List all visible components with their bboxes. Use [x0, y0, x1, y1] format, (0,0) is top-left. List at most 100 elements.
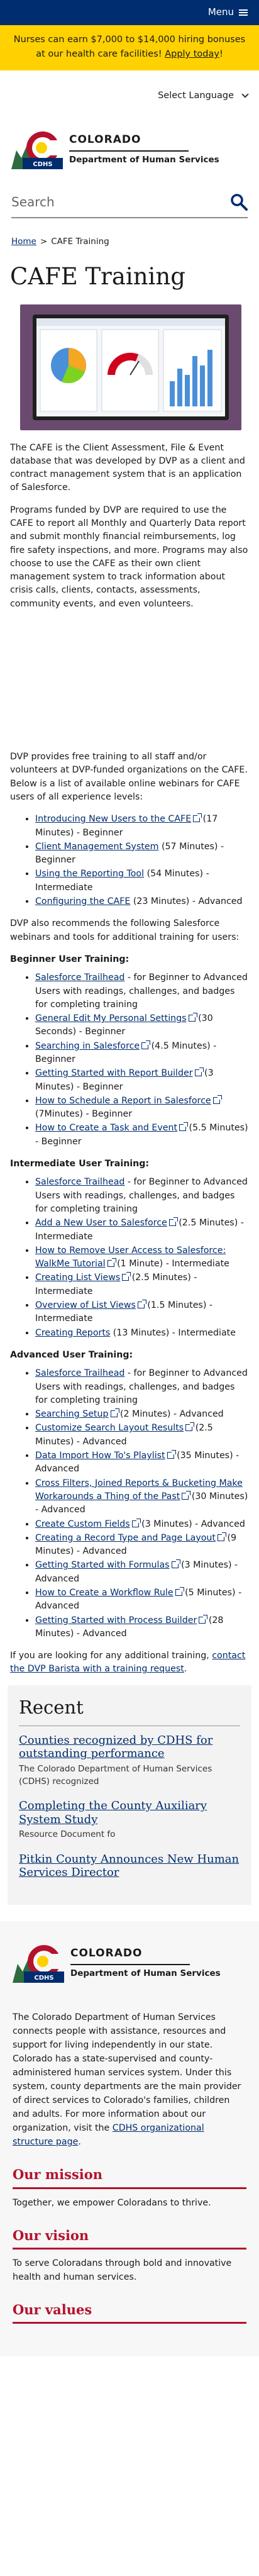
breadcrumb-home[interactable]: Home: [11, 237, 36, 247]
training-link[interactable]: How to Create a Workflow Rule: [35, 1588, 174, 1598]
training-link[interactable]: How to Create a Task and Event: [35, 1123, 177, 1133]
training-link[interactable]: Introducing New Users to the CAFE: [35, 814, 191, 824]
external-link-icon: [171, 1559, 180, 1569]
salesforce-intro: DVP also recommends the following Salesf…: [10, 918, 240, 942]
external-link-icon: [110, 1408, 119, 1418]
site-logo[interactable]: CDHS COLORADO Department of Human Servic…: [0, 103, 259, 170]
external-link-icon: [185, 1422, 195, 1432]
external-link-icon: [168, 1217, 178, 1227]
training-link[interactable]: Searching Setup: [35, 1409, 109, 1419]
beginner-heading: Beginner User Training:: [10, 954, 130, 964]
recent-heading: Recent: [19, 1696, 84, 1718]
training-link[interactable]: General Edit My Personal Settings: [35, 1013, 187, 1023]
training-link[interactable]: Searching in Salesforce: [35, 1041, 140, 1051]
training-link[interactable]: Client Management System: [35, 842, 158, 852]
recent-section: Recent Counties recognized by CDHS for o…: [8, 1685, 251, 1905]
training-item: Getting Started with Process Builder (28…: [35, 1614, 249, 1641]
training-link[interactable]: Using the Reporting Tool: [35, 869, 144, 879]
logo-subtitle: Department of Human Services: [69, 154, 219, 165]
training-link[interactable]: Getting Started with Report Builder: [35, 1068, 193, 1078]
alert-tail: !: [219, 49, 223, 60]
training-item: Getting Started with Report Builder (3 M…: [35, 1067, 249, 1094]
breadcrumb-separator: >: [40, 237, 48, 247]
colorado-logo-icon: CDHS: [11, 131, 63, 170]
menu-button[interactable]: Menu: [208, 6, 248, 20]
external-link-icon: [212, 1095, 222, 1104]
intermediate-heading: Intermediate User Training:: [10, 1159, 150, 1169]
external-link-icon: [167, 1450, 176, 1459]
search-bar: [11, 193, 248, 219]
recent-item: Pitkin County Announces New Human Servic…: [19, 1853, 240, 1880]
training-detail: (2 Minutes) - Advanced: [117, 1409, 224, 1420]
training-item: Client Management System (57 Minutes) - …: [35, 840, 249, 867]
training-item: Creating Reports (13 Minutes) - Intermed…: [35, 1327, 249, 1340]
search-input[interactable]: [11, 194, 200, 210]
breadcrumb: Home > CAFE Training: [0, 218, 259, 248]
training-link[interactable]: Getting Started with Formulas: [35, 1560, 170, 1570]
training-link[interactable]: Add a New User to Salesforce: [35, 1218, 167, 1228]
training-item: Creating a Record Type and Page Layout (…: [35, 1532, 249, 1559]
training-item: Configuring the CAFE (23 Minutes) - Adva…: [35, 895, 249, 908]
colorado-logo-icon: CDHS: [13, 1945, 64, 1983]
search-icon[interactable]: [230, 193, 248, 211]
training-link[interactable]: Overview of List Views: [35, 1300, 136, 1310]
training-item: Using the Reporting Tool (54 Minutes) - …: [35, 867, 249, 895]
footer-logo-subtitle: Department of Human Services: [70, 1968, 221, 1978]
external-link-icon: [137, 1300, 146, 1309]
intermediate-list: Salesforce Trailhead - for Beginner to A…: [10, 1176, 249, 1340]
training-item: Create Custom Fields (3 Minutes) - Advan…: [35, 1518, 249, 1531]
training-item: How to Create a Workflow Rule (5 Minutes…: [35, 1586, 249, 1614]
advanced-list: Salesforce Trailhead - for Beginner to A…: [10, 1367, 249, 1641]
page-title: CAFE Training: [10, 262, 185, 290]
apply-link[interactable]: Apply today: [165, 49, 219, 59]
training-item: Cross Filters, Joined Reports & Bucketin…: [35, 1477, 249, 1517]
training-detail: (13 Minutes) - Intermediate: [110, 1327, 236, 1338]
training-link[interactable]: Data Import How To's Playlist: [35, 1451, 165, 1461]
advanced-heading: Advanced User Training:: [10, 1349, 133, 1360]
training-link[interactable]: Creating List Views: [35, 1273, 120, 1283]
monitor-illustration: [33, 314, 229, 420]
mission-text: Together, we empower Coloradans to thriv…: [13, 2197, 211, 2208]
recent-item-summary: Resource Document fo: [19, 1829, 116, 1840]
footer: CDHS COLORADO Department of Human Servic…: [0, 1921, 259, 2357]
footer-about-tail: .: [78, 2137, 81, 2148]
footer-logo[interactable]: CDHS COLORADO Department of Human Servic…: [13, 1943, 246, 1983]
recent-item-title[interactable]: Completing the County Auxiliary System S…: [19, 1799, 240, 1826]
closing-text: If you are looking for any additional tr…: [10, 1651, 212, 1661]
logo-title: COLORADO: [69, 133, 141, 147]
training-item: How to Create a Task and Event (5.5 Minu…: [35, 1122, 249, 1149]
chevron-down-icon: [241, 91, 249, 99]
external-link-icon: [122, 1272, 131, 1281]
training-detail: (7Minutes) - Beginner: [35, 1109, 133, 1120]
menu-label: Menu: [207, 6, 234, 18]
training-link[interactable]: Creating Reports: [35, 1328, 110, 1338]
training-item: Creating List Views (2.5 Minutes) - Inte…: [35, 1271, 249, 1298]
mission-heading: Our mission: [13, 2166, 103, 2183]
closing-tail: .: [184, 1664, 187, 1675]
training-link[interactable]: Configuring the CAFE: [35, 896, 130, 906]
training-link[interactable]: Customize Search Layout Results: [35, 1423, 184, 1433]
training-link[interactable]: Creating a Record Type and Page Layout: [35, 1533, 216, 1543]
dashboard-illustration: [36, 318, 225, 411]
intro-paragraph: Programs funded by DVP are required to u…: [10, 505, 248, 609]
training-item: Introducing New Users to the CAFE (17 Mi…: [35, 813, 249, 840]
cafe-webinar-list: Introducing New Users to the CAFE (17 Mi…: [10, 813, 249, 908]
external-link-icon: [131, 1518, 141, 1527]
training-item: Getting Started with Formulas (3 Minutes…: [35, 1559, 249, 1586]
external-link-icon: [193, 813, 202, 823]
training-link[interactable]: Getting Started with Process Builder: [35, 1615, 197, 1625]
training-link[interactable]: Salesforce Trailhead: [35, 1177, 124, 1187]
recent-item-title[interactable]: Pitkin County Announces New Human Servic…: [19, 1853, 240, 1880]
training-item: Searching in Salesforce (4.5 Minutes) - …: [35, 1040, 249, 1067]
training-link[interactable]: How to Schedule a Report in Salesforce: [35, 1096, 211, 1106]
training-item: How to Remove User Access to Salesforce:…: [35, 1244, 249, 1271]
training-link[interactable]: Salesforce Trailhead: [35, 973, 124, 983]
recent-item: Completing the County Auxiliary System S…: [19, 1799, 240, 1841]
hero-image: [20, 304, 241, 430]
recent-item: Counties recognized by CDHS for outstand…: [19, 1734, 240, 1788]
language-select[interactable]: Select Language: [158, 89, 249, 103]
training-link[interactable]: Create Custom Fields: [35, 1519, 130, 1529]
training-link[interactable]: Salesforce Trailhead: [35, 1368, 124, 1378]
training-intro: DVP provides free training to all staff …: [10, 752, 248, 802]
recent-item-title[interactable]: Counties recognized by CDHS for outstand…: [19, 1734, 240, 1761]
